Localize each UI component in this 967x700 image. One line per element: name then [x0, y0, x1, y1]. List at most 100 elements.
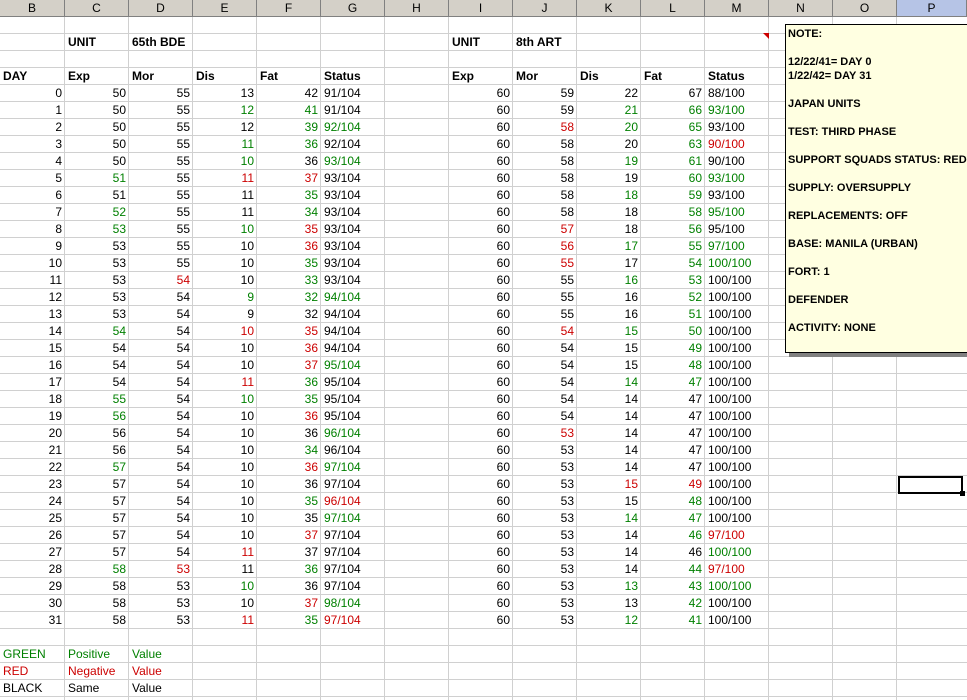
exp-cell-right[interactable]: 60 [449, 459, 513, 476]
fat-cell-right[interactable]: 59 [641, 187, 705, 204]
fat-cell-right[interactable]: 47 [641, 391, 705, 408]
status-cell-left[interactable]: 93/104 [321, 187, 385, 204]
status-cell-left[interactable]: 96/104 [321, 442, 385, 459]
mor-cell-left[interactable]: 55 [129, 170, 193, 187]
exp-cell-right[interactable]: 60 [449, 221, 513, 238]
fat-cell-left[interactable]: 37 [257, 527, 321, 544]
dis-cell-left[interactable]: 10 [193, 323, 257, 340]
exp-cell-right[interactable]: 60 [449, 340, 513, 357]
exp-cell-left[interactable]: 50 [65, 153, 129, 170]
mor-cell-left[interactable]: 55 [129, 221, 193, 238]
status-cell-left[interactable]: 92/104 [321, 136, 385, 153]
exp-cell-right[interactable]: 60 [449, 493, 513, 510]
mor-cell-right[interactable]: 54 [513, 323, 577, 340]
status-cell-right[interactable]: 100/100 [705, 578, 769, 595]
exp-cell-right[interactable]: 60 [449, 612, 513, 629]
column-title-dis-left[interactable]: Dis [193, 68, 257, 85]
fat-cell-left[interactable]: 36 [257, 340, 321, 357]
column-title-status-right[interactable]: Status [705, 68, 769, 85]
day-cell[interactable]: 27 [0, 544, 65, 561]
exp-cell-right[interactable]: 60 [449, 323, 513, 340]
status-cell-left[interactable]: 94/104 [321, 289, 385, 306]
dis-cell-right[interactable]: 14 [577, 391, 641, 408]
exp-cell-right[interactable]: 60 [449, 510, 513, 527]
exp-cell-left[interactable]: 50 [65, 136, 129, 153]
dis-cell-left[interactable]: 10 [193, 221, 257, 238]
mor-cell-left[interactable]: 54 [129, 357, 193, 374]
day-cell[interactable]: 18 [0, 391, 65, 408]
fat-cell-left[interactable]: 35 [257, 221, 321, 238]
mor-cell-left[interactable]: 54 [129, 459, 193, 476]
status-cell-right[interactable]: 88/100 [705, 85, 769, 102]
mor-cell-left[interactable]: 54 [129, 306, 193, 323]
day-cell[interactable]: 20 [0, 425, 65, 442]
fat-cell-left[interactable]: 36 [257, 408, 321, 425]
status-cell-left[interactable]: 97/104 [321, 459, 385, 476]
exp-cell-right[interactable]: 60 [449, 408, 513, 425]
exp-cell-left[interactable]: 53 [65, 289, 129, 306]
exp-cell-right[interactable]: 60 [449, 289, 513, 306]
day-cell[interactable]: 13 [0, 306, 65, 323]
mor-cell-right[interactable]: 53 [513, 561, 577, 578]
fat-cell-left[interactable]: 36 [257, 425, 321, 442]
status-cell-right[interactable]: 100/100 [705, 391, 769, 408]
mor-cell-left[interactable]: 54 [129, 476, 193, 493]
status-cell-right[interactable]: 93/100 [705, 102, 769, 119]
fat-cell-right[interactable]: 52 [641, 289, 705, 306]
fat-cell-left[interactable]: 35 [257, 391, 321, 408]
mor-cell-left[interactable]: 55 [129, 85, 193, 102]
exp-cell-left[interactable]: 56 [65, 425, 129, 442]
status-cell-left[interactable]: 97/104 [321, 510, 385, 527]
exp-cell-left[interactable]: 57 [65, 527, 129, 544]
fat-cell-left[interactable]: 42 [257, 85, 321, 102]
fat-cell-left[interactable]: 33 [257, 272, 321, 289]
fat-cell-right[interactable]: 66 [641, 102, 705, 119]
fat-cell-left[interactable]: 36 [257, 578, 321, 595]
mor-cell-right[interactable]: 53 [513, 442, 577, 459]
day-cell[interactable]: 5 [0, 170, 65, 187]
mor-cell-right[interactable]: 53 [513, 425, 577, 442]
status-cell-left[interactable]: 97/104 [321, 476, 385, 493]
exp-cell-right[interactable]: 60 [449, 561, 513, 578]
dis-cell-left[interactable]: 10 [193, 153, 257, 170]
dis-cell-left[interactable]: 10 [193, 340, 257, 357]
exp-cell-right[interactable]: 60 [449, 187, 513, 204]
exp-cell-left[interactable]: 53 [65, 221, 129, 238]
dis-cell-right[interactable]: 17 [577, 255, 641, 272]
dis-cell-right[interactable]: 14 [577, 425, 641, 442]
dis-cell-left[interactable]: 10 [193, 272, 257, 289]
exp-cell-left[interactable]: 54 [65, 323, 129, 340]
status-cell-left[interactable]: 95/104 [321, 391, 385, 408]
fat-cell-left[interactable]: 35 [257, 612, 321, 629]
status-cell-right[interactable]: 100/100 [705, 255, 769, 272]
mor-cell-left[interactable]: 55 [129, 204, 193, 221]
fat-cell-right[interactable]: 54 [641, 255, 705, 272]
exp-cell-left[interactable]: 55 [65, 391, 129, 408]
mor-cell-left[interactable]: 55 [129, 238, 193, 255]
dis-cell-right[interactable]: 14 [577, 561, 641, 578]
mor-cell-left[interactable]: 54 [129, 510, 193, 527]
exp-cell-left[interactable]: 58 [65, 612, 129, 629]
mor-cell-left[interactable]: 54 [129, 272, 193, 289]
dis-cell-right[interactable]: 15 [577, 323, 641, 340]
day-cell[interactable]: 24 [0, 493, 65, 510]
mor-cell-right[interactable]: 53 [513, 459, 577, 476]
exp-cell-left[interactable]: 57 [65, 493, 129, 510]
fat-cell-right[interactable]: 47 [641, 425, 705, 442]
column-title-status-left[interactable]: Status [321, 68, 385, 85]
mor-cell-right[interactable]: 54 [513, 357, 577, 374]
exp-cell-right[interactable]: 60 [449, 544, 513, 561]
status-cell-right[interactable]: 100/100 [705, 374, 769, 391]
exp-cell-left[interactable]: 54 [65, 374, 129, 391]
exp-cell-left[interactable]: 54 [65, 340, 129, 357]
column-header-k[interactable]: K [577, 0, 641, 17]
dis-cell-right[interactable]: 19 [577, 170, 641, 187]
exp-cell-right[interactable]: 60 [449, 374, 513, 391]
column-title-exp-right[interactable]: Exp [449, 68, 513, 85]
column-header-i[interactable]: I [449, 0, 513, 17]
dis-cell-left[interactable]: 11 [193, 204, 257, 221]
fat-cell-right[interactable]: 48 [641, 357, 705, 374]
dis-cell-right[interactable]: 18 [577, 187, 641, 204]
exp-cell-right[interactable]: 60 [449, 170, 513, 187]
day-cell[interactable]: 14 [0, 323, 65, 340]
